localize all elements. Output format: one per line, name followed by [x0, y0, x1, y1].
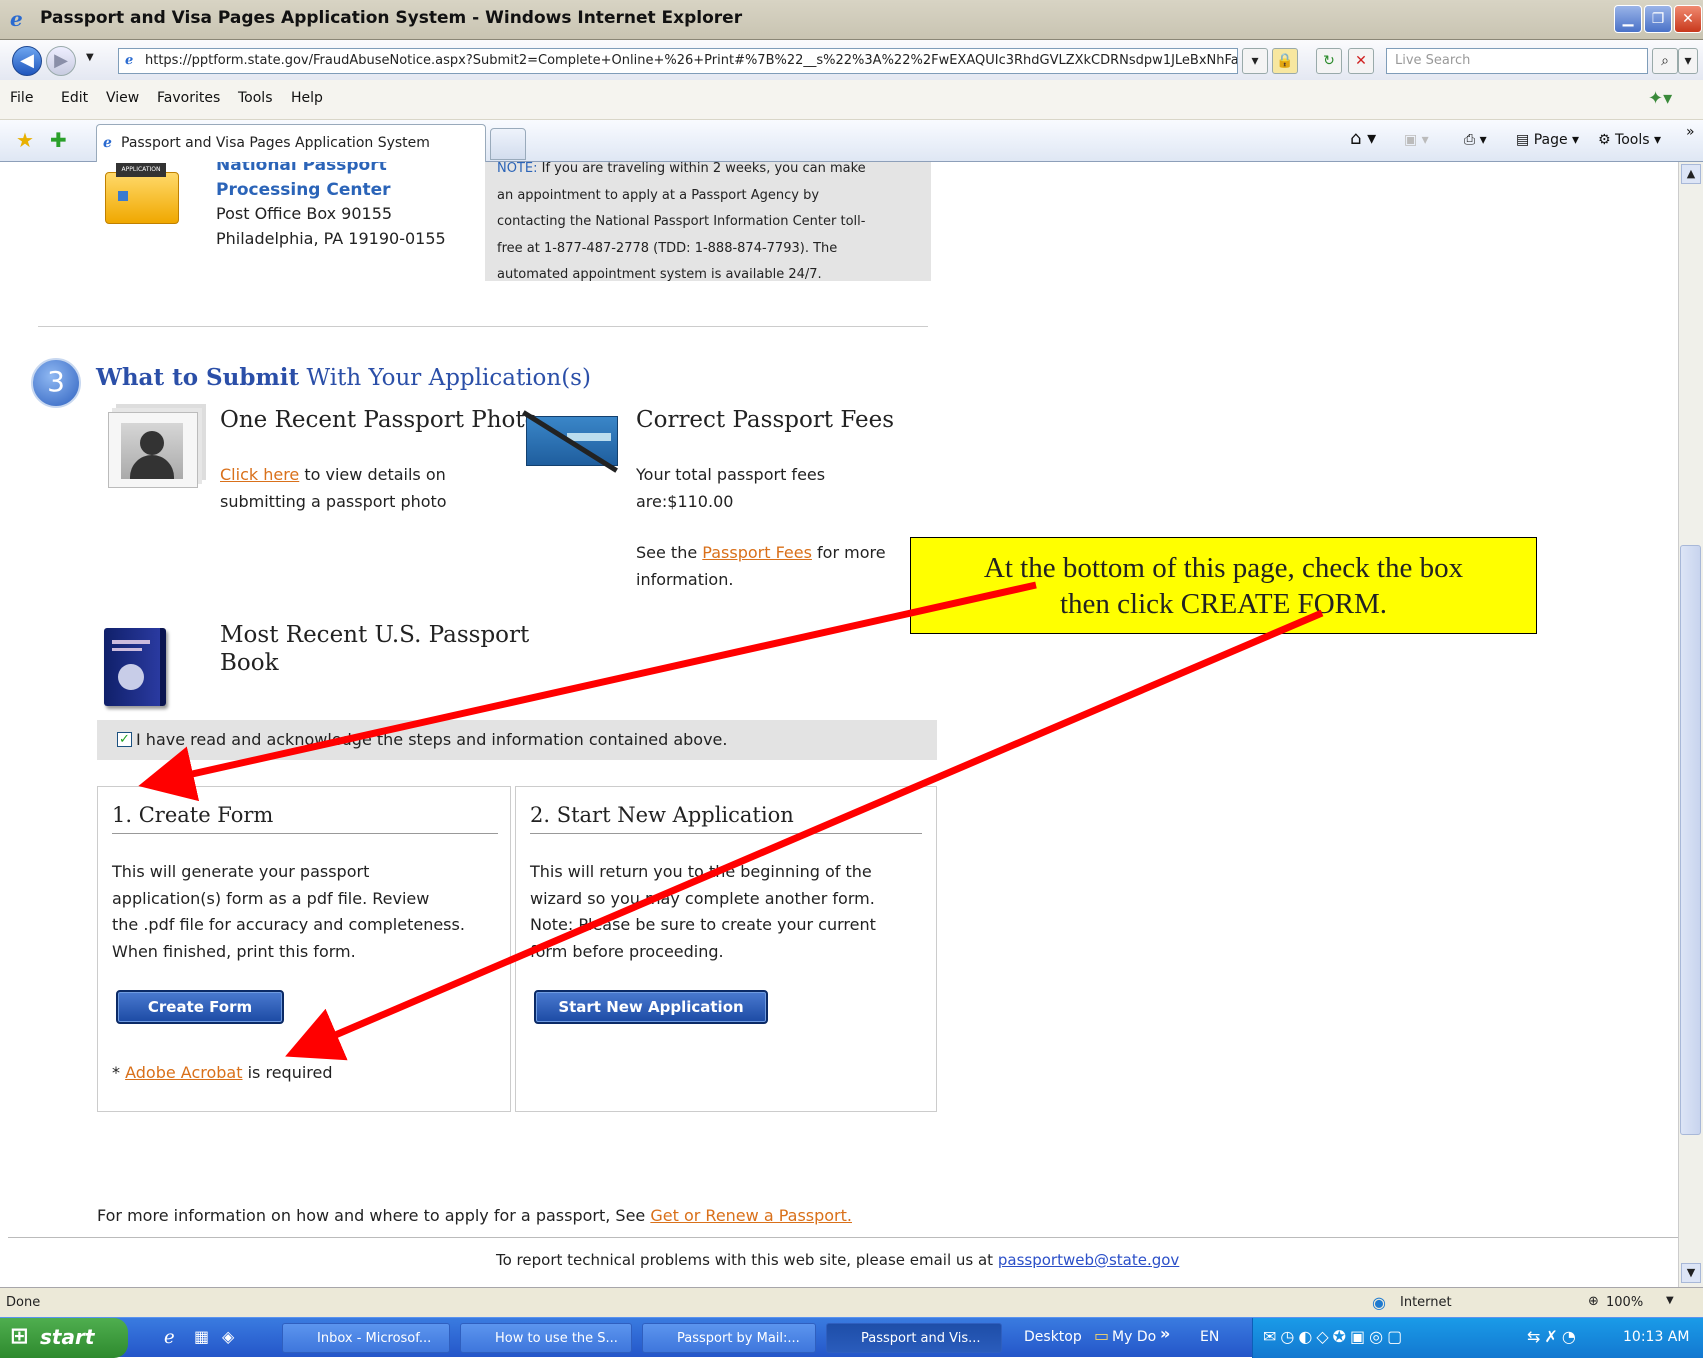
tray-icons[interactable]: ✉◷◐◇✪▣◎▢	[1263, 1327, 1406, 1346]
status-text: Done	[6, 1295, 41, 1310]
task-how-to-use[interactable]: How to use the S...	[460, 1323, 632, 1353]
desktop-toolbar[interactable]: Desktop	[1024, 1329, 1082, 1345]
zone-label: Internet	[1400, 1295, 1452, 1310]
system-tray: ✉◷◐◇✪▣◎▢ ⇆✗◔ 10:13 AM	[1252, 1318, 1703, 1358]
status-bar: Done ◉ Internet ⊕ 100% ▼	[0, 1287, 1703, 1317]
start-button[interactable]: ⊞ start	[0, 1318, 128, 1358]
task-passport-by-mail[interactable]: Passport by Mail:...	[642, 1323, 816, 1353]
zoom-dropdown-icon[interactable]: ▼	[1666, 1295, 1674, 1306]
quicklaunch-app-icon[interactable]: ◈	[222, 1327, 234, 1346]
zoom-level[interactable]: 100%	[1606, 1295, 1643, 1310]
language-indicator[interactable]: EN	[1200, 1329, 1219, 1345]
windows-logo-icon: ⊞	[10, 1324, 29, 1349]
task-passport-visa[interactable]: Passport and Vis...	[826, 1323, 1002, 1353]
annotation-arrows	[138, 581, 1324, 1061]
start-label: start	[40, 1325, 95, 1349]
clock[interactable]: 10:13 AM	[1623, 1329, 1689, 1345]
tray-status-icons[interactable]: ⇆✗◔	[1527, 1327, 1580, 1346]
task-inbox[interactable]: Inbox - Microsof...	[282, 1323, 450, 1353]
toolbar-overflow-chevron-icon[interactable]: »	[1160, 1324, 1170, 1343]
my-documents-toolbar[interactable]: My Do	[1112, 1329, 1156, 1345]
arrow-to-create-form	[285, 609, 1324, 1061]
quicklaunch-desktop-icon[interactable]: ▦	[194, 1327, 209, 1346]
quicklaunch-ie-icon[interactable]: ℯ	[164, 1327, 175, 1348]
arrow-to-checkbox	[138, 581, 1037, 802]
taskbar: ⊞ start ℯ ▦ ◈ Inbox - Microsof... How to …	[0, 1317, 1703, 1358]
my-documents-icon: ▭	[1094, 1326, 1110, 1345]
zoom-icon[interactable]: ⊕	[1588, 1294, 1599, 1309]
internet-zone-icon: ◉	[1372, 1293, 1386, 1312]
